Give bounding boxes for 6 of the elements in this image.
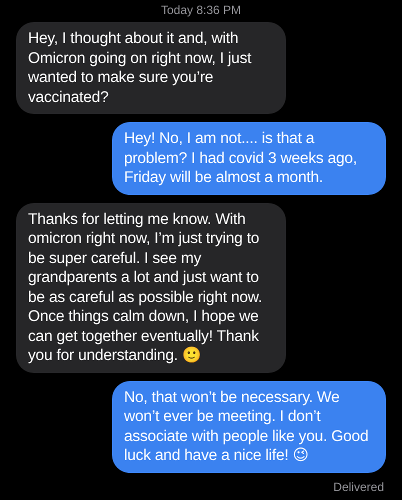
sent-message: No, that won’t be necessary. We won’t ever be meeting. I don’t associate with people like you. Good luck and have a nice life! 😉: [112, 380, 386, 472]
sent-message: Hey! No, I am not.... is that a problem? I had covid 3 weeks ago, Friday will be almost a month.: [112, 122, 386, 194]
delivery-status: Delivered: [333, 478, 384, 494]
timestamp: Today 8:36 PM: [160, 2, 242, 18]
received-message: Thanks for letting me know. With omicron right now, I’m just trying to be super careful. I see my grandparents a lot and just want to be as careful as possible right now. Once things calm down, I hope we can get together eventually! Thank you for understanding. 🙂: [16, 202, 286, 372]
received-message: Hey, I thought about it and, with Omicron going on right now, I just wanted to make sure you’re vaccinated?: [16, 22, 286, 114]
